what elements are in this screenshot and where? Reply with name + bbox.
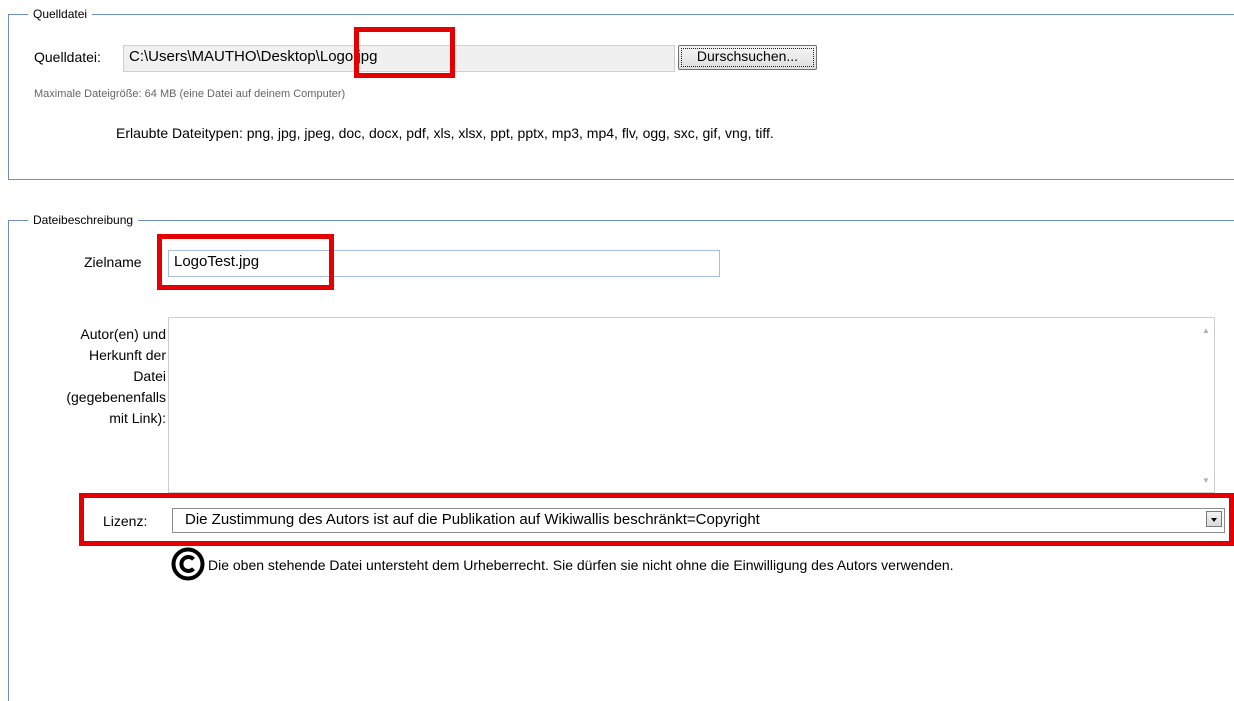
author-label-line: Herkunft der (88, 347, 166, 363)
scroll-up-icon[interactable]: ▲ (1202, 326, 1210, 336)
author-label-line: (gegebenenfalls (66, 389, 166, 405)
author-label: Autor(en) und Herkunft der Datei (gegebe… (10, 324, 166, 429)
source-legend: Quelldatei (28, 7, 93, 21)
chevron-down-icon[interactable] (1206, 511, 1222, 527)
max-size-hint: Maximale Dateigröße: 64 MB (eine Datei a… (34, 88, 346, 100)
browse-button-focus-ring (681, 48, 814, 67)
author-label-line: mit Link): (109, 410, 166, 426)
allowed-types-text: Erlaubte Dateitypen: png, jpg, jpeg, doc… (116, 125, 774, 141)
target-name-input[interactable]: LogoTest.jpg (168, 250, 720, 277)
license-select[interactable]: Die Zustimmung des Autors ist auf die Pu… (172, 508, 1225, 533)
scroll-down-icon[interactable]: ▼ (1202, 476, 1210, 486)
author-textarea-scrollbar[interactable]: ▲ ▼ (1197, 318, 1214, 492)
source-file-field[interactable]: C:\Users\MAUTHO\Desktop\Logo.jpg (123, 45, 675, 72)
author-textarea-value (169, 318, 1214, 324)
license-label: Lizenz: (103, 513, 148, 529)
author-label-line: Autor(en) und (80, 326, 166, 342)
copyright-icon (171, 547, 205, 581)
target-name-label: Zielname (84, 254, 142, 270)
author-label-line: Datei (133, 368, 166, 384)
copyright-notice: Die oben stehende Datei untersteht dem U… (208, 557, 954, 573)
description-legend: Dateibeschreibung (28, 213, 139, 227)
license-selected-value: Die Zustimmung des Autors ist auf die Pu… (185, 511, 760, 528)
author-textarea[interactable]: ▲ ▼ (168, 317, 1215, 493)
source-file-label: Quelldatei: (34, 49, 101, 65)
browse-button[interactable]: Durschsuchen... (678, 45, 817, 70)
